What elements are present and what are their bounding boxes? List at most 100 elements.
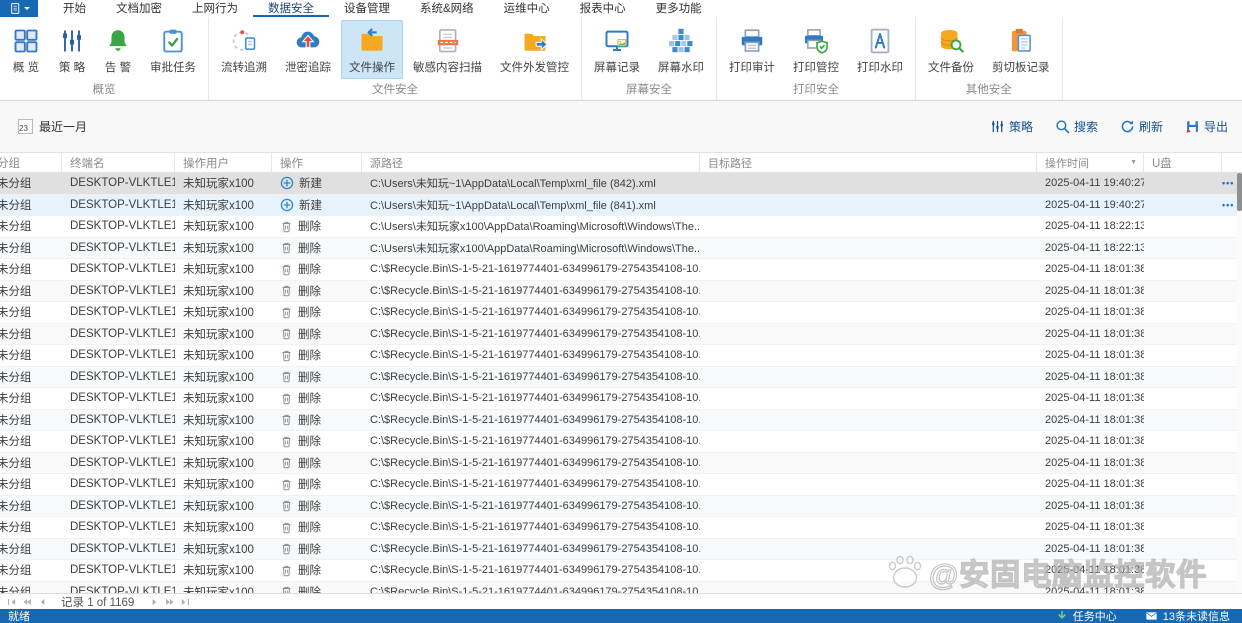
- table-row[interactable]: 未分组 DESKTOP-VLKTLE1 未知玩家x100 删除 C:\$Recycle.…: [0, 388, 1242, 410]
- column-header-4[interactable]: 源路径: [362, 153, 700, 172]
- table-row[interactable]: 未分组 DESKTOP-VLKTLE1 未知玩家x100 新建 C:\Users\未知玩…: [0, 173, 1242, 195]
- ribbon-item-policy[interactable]: 策 略: [50, 20, 94, 79]
- leak-cloud-icon: [294, 25, 322, 56]
- search-button[interactable]: 搜索: [1055, 118, 1098, 135]
- table-row[interactable]: 未分组 DESKTOP-VLKTLE1 未知玩家x100 删除 C:\$Recycle.…: [0, 474, 1242, 496]
- task-center-button[interactable]: 任务中心: [1056, 608, 1117, 623]
- vertical-scrollbar[interactable]: [1237, 173, 1242, 593]
- menu-tab-data-security[interactable]: 数据安全: [253, 0, 329, 17]
- source-path-cell: C:\Users\未知玩家x100\AppData\Roaming\Micros…: [370, 242, 700, 255]
- fast-next-button[interactable]: [164, 597, 176, 607]
- target-path-cell: [700, 496, 1037, 517]
- column-header-1[interactable]: 终端名: [62, 153, 175, 172]
- terminal-cell: DESKTOP-VLKTLE1: [70, 499, 175, 512]
- menu-tab-report-center[interactable]: 报表中心: [565, 0, 641, 17]
- terminal-cell: DESKTOP-VLKTLE1: [70, 349, 175, 362]
- ribbon-item-leak-tracking[interactable]: 泄密追踪: [277, 20, 339, 79]
- ribbon-item-sensitive-content-scan[interactable]: 敏感内容扫描: [405, 20, 490, 79]
- menu-tab-more-features[interactable]: 更多功能: [641, 0, 717, 17]
- filter-bar: 23 最近一月 策略 搜索 刷新 导出: [0, 101, 1242, 152]
- menu-tab-doc-encrypt[interactable]: 文档加密: [101, 0, 177, 17]
- table-row[interactable]: 未分组 DESKTOP-VLKTLE1 未知玩家x100 删除 C:\$Recycle.…: [0, 366, 1242, 388]
- menu-tab-system-network[interactable]: 系统&网络: [405, 0, 489, 17]
- first-page-button[interactable]: [6, 597, 18, 607]
- operation-label: 删除: [298, 586, 321, 593]
- policy-sliders-icon: [58, 25, 86, 56]
- refresh-button[interactable]: 刷新: [1120, 118, 1163, 135]
- policy-button[interactable]: 策略: [990, 118, 1033, 135]
- last-page-button[interactable]: [179, 597, 191, 607]
- operation-cell: 删除: [272, 281, 362, 302]
- trash-icon: [280, 435, 293, 448]
- menu-tab-web-behavior[interactable]: 上网行为: [177, 0, 253, 17]
- table-row[interactable]: 未分组 DESKTOP-VLKTLE1 未知玩家x100 新建 C:\Users\未知玩…: [0, 194, 1242, 216]
- next-page-button[interactable]: [149, 597, 161, 607]
- column-header-3[interactable]: 操作: [272, 153, 362, 172]
- table-row[interactable]: 未分组 DESKTOP-VLKTLE1 未知玩家x100 删除 C:\$Recycle.…: [0, 538, 1242, 560]
- ribbon-item-alerts[interactable]: 告 警: [96, 20, 140, 79]
- operation-cell: 删除: [272, 517, 362, 538]
- trash-icon: [280, 521, 293, 534]
- ribbon-item-file-outgoing-control[interactable]: 文件外发管控: [492, 20, 577, 79]
- operation-label: 删除: [298, 436, 321, 449]
- ribbon-item-print-audit[interactable]: 打印审计: [721, 20, 783, 79]
- ribbon-item-flow-trace[interactable]: 流转追溯: [213, 20, 275, 79]
- ribbon-item-clipboard-record[interactable]: 剪切板记录: [984, 20, 1058, 79]
- column-header-6[interactable]: 操作时间 ▼: [1037, 153, 1144, 172]
- column-header-7[interactable]: U盘: [1144, 153, 1222, 172]
- app-menu-button[interactable]: [0, 0, 38, 17]
- operation-label: 删除: [298, 242, 321, 255]
- table-row[interactable]: 未分组 DESKTOP-VLKTLE1 未知玩家x100 删除 C:\$Recycle.…: [0, 431, 1242, 453]
- menu-tab-start[interactable]: 开始: [48, 0, 101, 17]
- operation-label: 删除: [298, 264, 321, 277]
- table-row[interactable]: 未分组 DESKTOP-VLKTLE1 未知玩家x100 删除 C:\$Recycle.…: [0, 452, 1242, 474]
- export-button[interactable]: 导出: [1185, 118, 1228, 135]
- table-row[interactable]: 未分组 DESKTOP-VLKTLE1 未知玩家x100 删除 C:\$Recycle.…: [0, 409, 1242, 431]
- table-row[interactable]: 未分组 DESKTOP-VLKTLE1 未知玩家x100 删除 C:\$Recycle.…: [0, 495, 1242, 517]
- table-row[interactable]: 未分组 DESKTOP-VLKTLE1 未知玩家x100 删除 C:\$Recycle.…: [0, 345, 1242, 367]
- source-path-cell: C:\$Recycle.Bin\S-1-5-21-1619774401-6349…: [370, 499, 700, 512]
- menu-tab-ops-center[interactable]: 运维中心: [489, 0, 565, 17]
- operation-label: 删除: [298, 371, 321, 384]
- time-cell: 2025-04-11 18:22:13: [1045, 220, 1144, 233]
- time-cell: 2025-04-11 19:40:27: [1045, 177, 1144, 190]
- target-path-cell: [700, 216, 1037, 237]
- table-row[interactable]: 未分组 DESKTOP-VLKTLE1 未知玩家x100 删除 C:\$Recycle.…: [0, 560, 1242, 582]
- column-header-8[interactable]: [1222, 153, 1242, 172]
- user-cell: 未知玩家x100: [183, 393, 254, 406]
- target-path-cell: [700, 259, 1037, 280]
- date-filter[interactable]: 23 最近一月: [18, 118, 87, 135]
- ribbon-item-screen-watermark[interactable]: 屏幕水印: [650, 20, 712, 79]
- table-row[interactable]: 未分组 DESKTOP-VLKTLE1 未知玩家x100 删除 C:\$Recycle.…: [0, 259, 1242, 281]
- unread-messages-button[interactable]: 13条未读信息: [1145, 608, 1230, 623]
- column-header-5[interactable]: 目标路径: [700, 153, 1037, 172]
- prev-page-button[interactable]: [36, 597, 48, 607]
- fast-prev-button[interactable]: [21, 597, 33, 607]
- table-row[interactable]: 未分组 DESKTOP-VLKTLE1 未知玩家x100 删除 C:\$Recycle.…: [0, 302, 1242, 324]
- ribbon-item-file-backup[interactable]: 文件备份: [920, 20, 982, 79]
- table-row[interactable]: 未分组 DESKTOP-VLKTLE1 未知玩家x100 删除 C:\$Recycle.…: [0, 517, 1242, 539]
- ribbon-item-print-control[interactable]: 打印管控: [785, 20, 847, 79]
- column-header-2[interactable]: 操作用户: [175, 153, 272, 172]
- terminal-cell: DESKTOP-VLKTLE1: [70, 564, 175, 577]
- table-row[interactable]: 未分组 DESKTOP-VLKTLE1 未知玩家x100 删除 C:\$Recycle.…: [0, 581, 1242, 593]
- table-row[interactable]: 未分组 DESKTOP-VLKTLE1 未知玩家x100 删除 C:\Users\未知玩…: [0, 237, 1242, 259]
- row-actions-button[interactable]: •••: [1222, 178, 1234, 188]
- table-row[interactable]: 未分组 DESKTOP-VLKTLE1 未知玩家x100 删除 C:\Users\未知玩…: [0, 216, 1242, 238]
- row-actions-button[interactable]: •••: [1222, 200, 1234, 210]
- ribbon-item-overview[interactable]: 概 览: [4, 20, 48, 79]
- plus-circle-icon: [280, 198, 294, 212]
- app-page-icon: [9, 2, 22, 15]
- table-row[interactable]: 未分组 DESKTOP-VLKTLE1 未知玩家x100 删除 C:\$Recycle.…: [0, 323, 1242, 345]
- ribbon-item-approval-tasks[interactable]: 审批任务: [142, 20, 204, 79]
- terminal-cell: DESKTOP-VLKTLE1: [70, 585, 175, 593]
- menu-tab-device-mgmt[interactable]: 设备管理: [329, 0, 405, 17]
- table-row[interactable]: 未分组 DESKTOP-VLKTLE1 未知玩家x100 删除 C:\$Recycle.…: [0, 280, 1242, 302]
- scrollbar-thumb[interactable]: [1237, 173, 1242, 211]
- operation-cell: 删除: [272, 388, 362, 409]
- ribbon-item-file-operations[interactable]: 文件操作: [341, 20, 403, 79]
- ribbon-item-screen-record[interactable]: 屏幕记录: [586, 20, 648, 79]
- time-cell: 2025-04-11 18:01:38: [1045, 349, 1144, 362]
- ribbon-item-print-watermark[interactable]: 打印水印: [849, 20, 911, 79]
- column-header-0[interactable]: 分组: [0, 153, 62, 172]
